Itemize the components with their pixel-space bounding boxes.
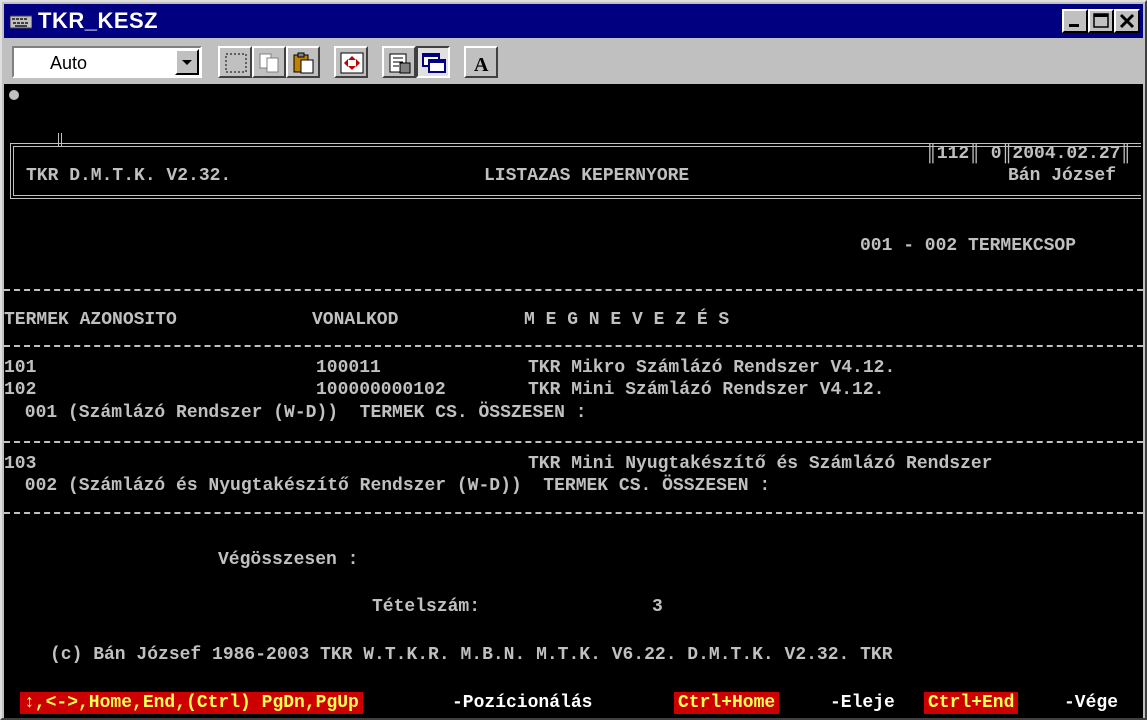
group-total: 001 (Számlázó Rendszer (W-D)) TERMEK CS.… (14, 403, 587, 423)
status-key-home: Ctrl+Home (674, 692, 780, 714)
column-header-barcode: VONALKOD (312, 310, 399, 330)
copy-icon (259, 53, 279, 73)
program-name: TKR D.M.T.K. V2.32. (26, 166, 232, 186)
mark-button[interactable] (218, 46, 252, 78)
paste-button[interactable] (286, 46, 320, 78)
row-id: 101 (4, 358, 37, 378)
row-barcode: 100000000102 (316, 380, 446, 400)
font-size-dropdown-button[interactable] (175, 49, 199, 75)
product-group-range: 001 - 002 TERMEKCSOP (860, 236, 1077, 256)
font-icon: A (474, 54, 489, 75)
row-id: 102 (4, 380, 37, 400)
column-header-id: TERMEK AZONOSITO (4, 310, 177, 330)
keyboard-icon (10, 15, 32, 29)
row-barcode: 100011 (316, 358, 381, 378)
user-name: Bán József (1008, 166, 1117, 186)
header-status: ║112║ 0║2004.02.27║ (926, 144, 1132, 164)
maximize-button[interactable] (1088, 9, 1114, 33)
row-name: TKR Mikro Számlázó Rendszer V4.12. (528, 358, 896, 378)
paste-icon (293, 52, 314, 74)
divider (4, 441, 1143, 443)
column-header-name: M E G N E V E Z É S (524, 310, 730, 330)
status-desc-navigation: -Pozícionálás (452, 693, 593, 713)
fullscreen-icon (340, 52, 364, 74)
grand-total-label: Végösszesen : (218, 550, 359, 570)
console-area-top (4, 84, 1143, 116)
status-key-end: Ctrl+End (924, 692, 1019, 714)
maximize-icon (1093, 13, 1109, 28)
font-size-select[interactable]: Auto (12, 46, 202, 78)
minimize-button[interactable] (1062, 9, 1088, 33)
font-size-value: Auto (50, 53, 88, 73)
status-desc-home: -Eleje (830, 693, 895, 713)
properties-button[interactable] (382, 46, 416, 78)
system-icon (9, 90, 19, 100)
row-id: 103 (4, 454, 37, 474)
console-window: TKR_KESZ Auto A TKR D.M.T.K. V2.32. LIST… (0, 0, 1147, 720)
header-divider (58, 133, 62, 147)
title-bar[interactable]: TKR_KESZ (4, 4, 1143, 38)
copyright-line: (c) Bán József 1986-2003 TKR W.T.K.R. M.… (50, 645, 893, 665)
fullscreen-button[interactable] (334, 46, 368, 78)
group-total: 002 (Számlázó és Nyugtakészítő Rendszer … (14, 476, 771, 496)
divider (4, 345, 1143, 347)
svg-text:A: A (474, 54, 489, 75)
windows-icon (422, 53, 446, 73)
status-bar: ↕,<->,Home,End,(Ctrl) PgDn,PgUp -Pozício… (4, 688, 1143, 718)
close-button[interactable] (1114, 9, 1140, 33)
copy-button[interactable] (252, 46, 286, 78)
window-title: TKR_KESZ (38, 8, 159, 33)
row-name: TKR Mini Nyugtakészítő és Számlázó Rends… (528, 454, 993, 474)
divider (4, 289, 1143, 291)
toolbar: Auto A (4, 38, 1143, 84)
chevron-down-icon (182, 60, 192, 65)
font-button[interactable]: A (464, 46, 498, 78)
item-count-value: 3 (652, 597, 663, 617)
item-count-label: Tételszám: (372, 597, 481, 617)
close-icon (1119, 13, 1135, 29)
minimize-icon (1069, 24, 1079, 27)
mark-icon (225, 53, 247, 73)
status-key-navigation: ↕,<->,Home,End,(Ctrl) PgDn,PgUp (20, 692, 363, 714)
status-desc-end: -Vége (1064, 693, 1119, 713)
divider (4, 512, 1143, 514)
row-name: TKR Mini Számlázó Rendszer V4.12. (528, 380, 885, 400)
screen-title: LISTAZAS KEPERNYORE (484, 166, 690, 186)
properties-icon (389, 53, 411, 74)
background-button[interactable] (416, 46, 450, 78)
